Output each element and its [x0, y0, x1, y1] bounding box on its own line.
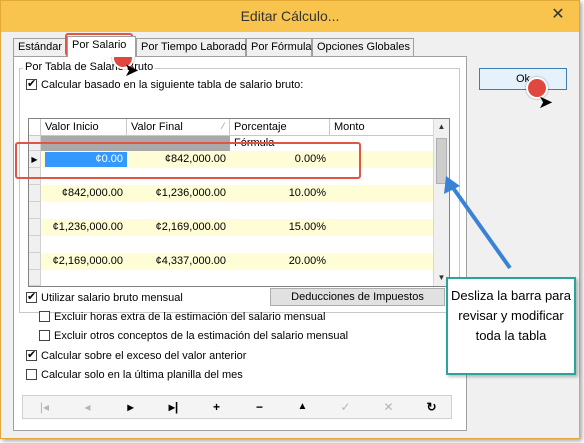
- callout-arrow-icon: [444, 176, 512, 270]
- help-callout: Desliza la barra para revisar y modifica…: [446, 277, 576, 375]
- tab-por-salario[interactable]: Por Salario: [67, 36, 136, 57]
